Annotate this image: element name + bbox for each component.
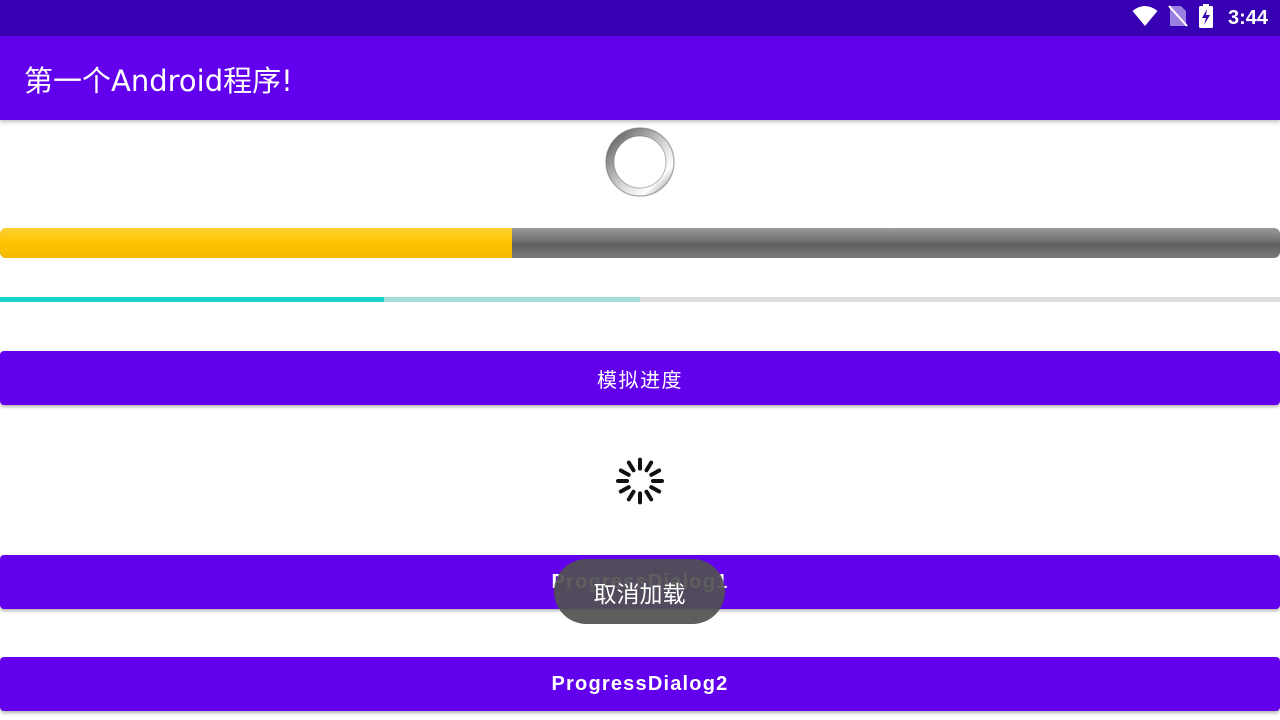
battery-charging-icon (1198, 4, 1214, 32)
progress-bar-thin (0, 297, 1280, 302)
spinner-tick (622, 489, 636, 509)
spinner-tick (644, 453, 658, 473)
spinner-tick (649, 464, 669, 477)
status-time: 3:44 (1227, 6, 1268, 29)
wifi-icon (1132, 5, 1158, 31)
simulate-progress-button[interactable]: 模拟进度 (0, 351, 1280, 405)
spinner-tick (622, 453, 636, 473)
toast-message: 取消加载 (554, 559, 725, 624)
progress-dialog2-button[interactable]: ProgressDialog2 (0, 657, 1280, 711)
progress-bar-horizontal (0, 228, 1280, 258)
spinner-tick (611, 464, 631, 477)
spinner-tick (644, 489, 658, 509)
progress-bar-fill (0, 228, 512, 258)
no-sim-icon (1168, 5, 1188, 31)
spinner-tick (649, 485, 669, 498)
progress-bar-primary (0, 297, 384, 302)
spinner-tick (611, 485, 631, 498)
status-icons: 3:44 (1132, 0, 1268, 36)
status-bar: 3:44 (0, 0, 1280, 36)
app-bar: 第一个Android程序! (0, 36, 1280, 120)
app-title: 第一个Android程序! (24, 64, 293, 98)
loading-spinner-ring (604, 126, 676, 198)
loading-spinner-ticks (604, 448, 676, 514)
